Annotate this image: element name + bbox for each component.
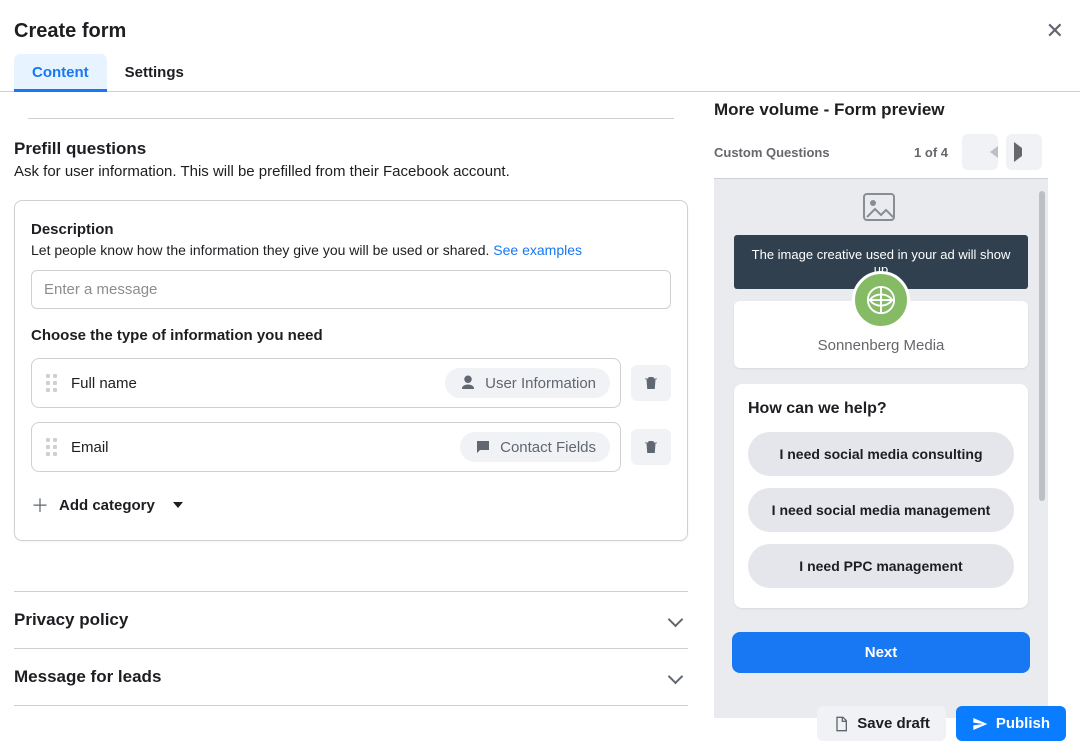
field-name-label: Full name: [71, 375, 137, 392]
description-label: Description: [31, 221, 671, 238]
delete-field-button[interactable]: [631, 429, 671, 465]
field-email[interactable]: Email Contact Fields: [31, 422, 621, 472]
field-badge: Contact Fields: [460, 432, 610, 462]
brand-name: Sonnenberg Media: [744, 337, 1018, 354]
divider: [28, 118, 674, 119]
form-preview: The image creative used in your ad will …: [714, 178, 1048, 718]
chat-icon: [474, 438, 492, 456]
tab-content[interactable]: Content: [14, 54, 107, 91]
pager-prev-button[interactable]: [962, 134, 998, 170]
see-examples-link[interactable]: See examples: [493, 242, 582, 258]
option-pill[interactable]: I need social media management: [748, 488, 1014, 532]
publish-button[interactable]: Publish: [956, 706, 1066, 741]
description-input[interactable]: [31, 270, 671, 309]
caret-down-icon: [173, 502, 183, 508]
chevron-down-icon: [666, 668, 684, 686]
preview-subtitle: Custom Questions: [714, 145, 830, 160]
option-pill[interactable]: I need social media consulting: [748, 432, 1014, 476]
preview-pager: 1 of 4: [914, 134, 1042, 170]
preview-title: More volume - Form preview: [714, 100, 945, 120]
section-sub-prefill: Ask for user information. This will be p…: [14, 163, 688, 180]
field-badge: User Information: [445, 368, 610, 398]
field-full-name[interactable]: Full name User Information: [31, 358, 621, 408]
tabs: Content Settings: [0, 54, 1080, 92]
delete-field-button[interactable]: [631, 365, 671, 401]
option-pill[interactable]: I need PPC management: [748, 544, 1014, 588]
accordion-privacy-policy[interactable]: Privacy policy: [14, 592, 688, 649]
brand-card: Sonnenberg Media: [734, 301, 1028, 368]
add-category-button[interactable]: ＋ Add category: [31, 492, 671, 518]
tab-settings[interactable]: Settings: [107, 54, 202, 91]
question-title: How can we help?: [748, 400, 1014, 418]
arrow-left-icon: [962, 146, 998, 158]
chevron-down-icon: [666, 611, 684, 629]
user-icon: [459, 374, 477, 392]
page-count: 1 of 4: [914, 145, 948, 160]
drag-handle-icon[interactable]: [46, 438, 57, 456]
scrollbar[interactable]: [1039, 191, 1045, 501]
section-title-prefill: Prefill questions: [14, 139, 688, 159]
arrow-right-icon: [1014, 142, 1034, 162]
document-icon: [833, 716, 849, 732]
image-placeholder-icon: [863, 193, 899, 228]
brand-avatar: [852, 271, 910, 329]
choose-info-label: Choose the type of information you need: [31, 327, 671, 344]
description-card: Description Let people know how the info…: [14, 200, 688, 541]
description-desc: Let people know how the information they…: [31, 242, 671, 258]
question-card: How can we help? I need social media con…: [734, 384, 1028, 608]
field-name-label: Email: [71, 439, 109, 456]
save-draft-button[interactable]: Save draft: [817, 706, 946, 741]
close-icon[interactable]: ✕: [1046, 18, 1064, 44]
trash-icon: [642, 438, 660, 456]
trash-icon: [642, 374, 660, 392]
page-title: Create form: [14, 20, 126, 43]
plus-icon: ＋: [31, 492, 49, 518]
pager-next-button[interactable]: [1006, 134, 1042, 170]
drag-handle-icon[interactable]: [46, 374, 57, 392]
preview-next-button[interactable]: Next: [732, 632, 1030, 673]
accordion-message-for-leads[interactable]: Message for leads: [14, 649, 688, 706]
send-icon: [972, 716, 988, 732]
